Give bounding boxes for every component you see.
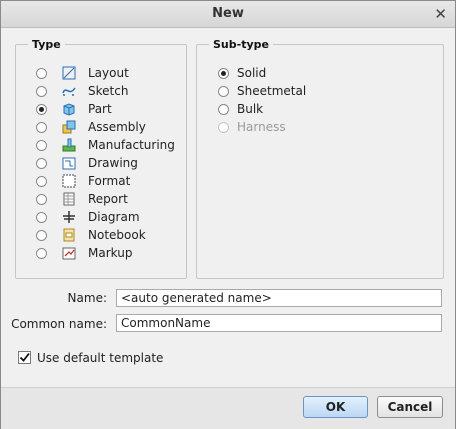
use-default-template-checkbox[interactable]	[18, 351, 31, 364]
notebook-icon	[63, 228, 75, 242]
use-default-template-label: Use default template	[37, 351, 164, 365]
subtype-label-sheetmetal: Sheetmetal	[237, 84, 307, 98]
dialog-title: New	[212, 6, 244, 21]
subtype-radio-sheetmetal[interactable]	[218, 85, 229, 97]
name-label: Name:	[67, 291, 107, 305]
type-label-manufacturing: Manufacturing	[88, 138, 175, 152]
subtype-label-solid: Solid	[237, 66, 267, 80]
subtype-label-bulk: Bulk	[237, 102, 264, 116]
type-radio-notebook[interactable]	[36, 229, 47, 241]
type-legend: Type	[28, 38, 65, 51]
type-radio-diagram[interactable]	[36, 211, 47, 223]
layout-icon	[62, 66, 76, 80]
title-bar[interactable]: New ✕	[1, 1, 455, 28]
part-icon	[63, 103, 75, 116]
common-name-field[interactable]: CommonName	[116, 314, 442, 332]
type-radio-drawing[interactable]	[36, 157, 47, 169]
close-icon[interactable]: ✕	[434, 5, 447, 23]
type-radio-manufacturing[interactable]	[36, 139, 47, 151]
name-field[interactable]: <auto generated name>	[116, 289, 442, 307]
subtype-radio-harness	[218, 121, 229, 133]
type-group: Type Layout Sketch Part Assembly Manufac…	[15, 38, 187, 279]
ok-button[interactable]: OK	[303, 396, 368, 418]
type-radio-layout[interactable]	[36, 67, 47, 79]
type-radio-assembly[interactable]	[36, 121, 47, 133]
type-label-part: Part	[88, 102, 112, 116]
type-label-assembly: Assembly	[88, 120, 146, 134]
subtype-radio-bulk[interactable]	[218, 103, 229, 115]
subtype-radio-solid[interactable]	[218, 67, 229, 79]
type-label-diagram: Diagram	[88, 210, 140, 224]
checkmark-icon	[19, 352, 30, 362]
type-radio-sketch[interactable]	[36, 85, 47, 97]
subtype-legend: Sub-type	[209, 38, 273, 51]
dialog-footer: OK Cancel	[1, 387, 455, 429]
markup-icon	[62, 247, 76, 260]
subtype-label-harness: Harness	[237, 120, 286, 134]
drawing-icon	[62, 157, 76, 170]
common-name-label: Common name:	[11, 317, 107, 331]
new-dialog: New ✕ Type Layout Sketch Part Assembly M…	[0, 0, 456, 429]
type-radio-part[interactable]	[36, 103, 47, 115]
assembly-icon	[62, 120, 76, 134]
type-radio-format[interactable]	[36, 175, 47, 187]
type-label-report: Report	[88, 192, 128, 206]
sketch-icon	[62, 87, 76, 96]
report-icon	[63, 192, 75, 206]
type-label-notebook: Notebook	[88, 228, 146, 242]
subtype-group: Sub-type Solid Sheetmetal Bulk Harness	[196, 38, 444, 279]
manufacturing-icon	[62, 138, 76, 152]
type-radio-report[interactable]	[36, 193, 47, 205]
type-label-layout: Layout	[88, 66, 129, 80]
type-label-sketch: Sketch	[88, 84, 129, 98]
type-label-drawing: Drawing	[88, 156, 138, 170]
format-icon	[62, 174, 76, 188]
type-radio-markup[interactable]	[36, 247, 47, 259]
cancel-button[interactable]: Cancel	[377, 396, 443, 418]
diagram-icon	[63, 211, 75, 223]
type-label-format: Format	[88, 174, 131, 188]
type-label-markup: Markup	[88, 246, 133, 260]
